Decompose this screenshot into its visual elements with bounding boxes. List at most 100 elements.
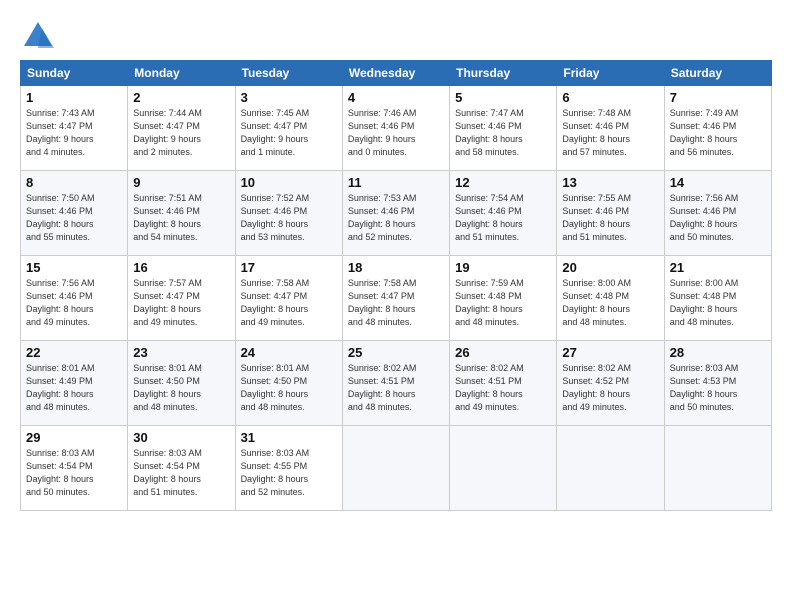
- day-info: Sunrise: 8:03 AM Sunset: 4:55 PM Dayligh…: [241, 447, 337, 499]
- weekday-header-monday: Monday: [128, 61, 235, 86]
- day-number: 2: [133, 90, 229, 105]
- day-number: 29: [26, 430, 122, 445]
- calendar-cell: 12 Sunrise: 7:54 AM Sunset: 4:46 PM Dayli…: [450, 171, 557, 256]
- logo: [20, 18, 60, 54]
- calendar-cell: 10 Sunrise: 7:52 AM Sunset: 4:46 PM Dayli…: [235, 171, 342, 256]
- calendar-cell: 30Sunrise: 8:03 AM Sunset: 4:54 PM Dayli…: [128, 426, 235, 511]
- day-number: 11: [348, 175, 444, 190]
- day-info: Sunrise: 8:01 AM Sunset: 4:50 PM Dayligh…: [133, 362, 229, 414]
- calendar-cell: 16 Sunrise: 7:57 AM Sunset: 4:47 PM Dayli…: [128, 256, 235, 341]
- day-info: Sunrise: 7:47 AM Sunset: 4:46 PM Dayligh…: [455, 107, 551, 159]
- day-number: 8: [26, 175, 122, 190]
- day-info: Sunrise: 8:02 AM Sunset: 4:52 PM Dayligh…: [562, 362, 658, 414]
- calendar-cell: 7Sunrise: 7:49 AM Sunset: 4:46 PM Daylig…: [664, 86, 771, 171]
- calendar-cell: 29Sunrise: 8:03 AM Sunset: 4:54 PM Dayli…: [21, 426, 128, 511]
- calendar-header-row: SundayMondayTuesdayWednesdayThursdayFrid…: [21, 61, 772, 86]
- day-info: Sunrise: 7:51 AM Sunset: 4:46 PM Dayligh…: [133, 192, 229, 244]
- calendar-cell: 18Sunrise: 7:58 AM Sunset: 4:47 PM Dayli…: [342, 256, 449, 341]
- day-number: 16: [133, 260, 229, 275]
- day-number: 3: [241, 90, 337, 105]
- day-number: 14: [670, 175, 766, 190]
- logo-icon: [20, 18, 56, 54]
- calendar-cell: 1 Sunrise: 7:43 AM Sunset: 4:47 PM Daylig…: [21, 86, 128, 171]
- day-info: Sunrise: 8:03 AM Sunset: 4:53 PM Dayligh…: [670, 362, 766, 414]
- day-number: 1: [26, 90, 122, 105]
- day-number: 19: [455, 260, 551, 275]
- day-info: Sunrise: 7:44 AM Sunset: 4:47 PM Dayligh…: [133, 107, 229, 159]
- day-info: Sunrise: 8:03 AM Sunset: 4:54 PM Dayligh…: [133, 447, 229, 499]
- day-number: 6: [562, 90, 658, 105]
- day-info: Sunrise: 8:01 AM Sunset: 4:50 PM Dayligh…: [241, 362, 337, 414]
- day-number: 13: [562, 175, 658, 190]
- day-info: Sunrise: 7:49 AM Sunset: 4:46 PM Dayligh…: [670, 107, 766, 159]
- calendar-cell: 4 Sunrise: 7:46 AM Sunset: 4:46 PM Daylig…: [342, 86, 449, 171]
- day-number: 28: [670, 345, 766, 360]
- calendar-cell: 21Sunrise: 8:00 AM Sunset: 4:48 PM Dayli…: [664, 256, 771, 341]
- day-number: 5: [455, 90, 551, 105]
- weekday-header-saturday: Saturday: [664, 61, 771, 86]
- calendar-cell: 15 Sunrise: 7:56 AM Sunset: 4:46 PM Dayli…: [21, 256, 128, 341]
- calendar-cell: [450, 426, 557, 511]
- calendar-cell: 20 Sunrise: 8:00 AM Sunset: 4:48 PM Dayli…: [557, 256, 664, 341]
- calendar-cell: 3 Sunrise: 7:45 AM Sunset: 4:47 PM Daylig…: [235, 86, 342, 171]
- calendar-week-3: 15 Sunrise: 7:56 AM Sunset: 4:46 PM Dayli…: [21, 256, 772, 341]
- day-number: 26: [455, 345, 551, 360]
- calendar-cell: 9 Sunrise: 7:51 AM Sunset: 4:46 PM Daylig…: [128, 171, 235, 256]
- calendar-cell: [342, 426, 449, 511]
- day-info: Sunrise: 8:00 AM Sunset: 4:48 PM Dayligh…: [562, 277, 658, 329]
- day-info: Sunrise: 7:59 AM Sunset: 4:48 PM Dayligh…: [455, 277, 551, 329]
- calendar-cell: 24 Sunrise: 8:01 AM Sunset: 4:50 PM Dayli…: [235, 341, 342, 426]
- calendar-table: SundayMondayTuesdayWednesdayThursdayFrid…: [20, 60, 772, 511]
- day-number: 25: [348, 345, 444, 360]
- day-info: Sunrise: 7:56 AM Sunset: 4:46 PM Dayligh…: [26, 277, 122, 329]
- calendar-body: 1 Sunrise: 7:43 AM Sunset: 4:47 PM Daylig…: [21, 86, 772, 511]
- day-number: 20: [562, 260, 658, 275]
- weekday-header-sunday: Sunday: [21, 61, 128, 86]
- calendar-week-2: 8 Sunrise: 7:50 AM Sunset: 4:46 PM Daylig…: [21, 171, 772, 256]
- header: [20, 18, 772, 54]
- day-info: Sunrise: 8:01 AM Sunset: 4:49 PM Dayligh…: [26, 362, 122, 414]
- day-info: Sunrise: 7:54 AM Sunset: 4:46 PM Dayligh…: [455, 192, 551, 244]
- day-number: 10: [241, 175, 337, 190]
- page: SundayMondayTuesdayWednesdayThursdayFrid…: [0, 0, 792, 612]
- day-number: 9: [133, 175, 229, 190]
- calendar-cell: 11Sunrise: 7:53 AM Sunset: 4:46 PM Dayli…: [342, 171, 449, 256]
- day-number: 12: [455, 175, 551, 190]
- calendar-cell: 5 Sunrise: 7:47 AM Sunset: 4:46 PM Daylig…: [450, 86, 557, 171]
- day-info: Sunrise: 7:58 AM Sunset: 4:47 PM Dayligh…: [241, 277, 337, 329]
- day-number: 24: [241, 345, 337, 360]
- day-number: 18: [348, 260, 444, 275]
- day-number: 23: [133, 345, 229, 360]
- calendar-cell: 28 Sunrise: 8:03 AM Sunset: 4:53 PM Dayli…: [664, 341, 771, 426]
- day-info: Sunrise: 7:56 AM Sunset: 4:46 PM Dayligh…: [670, 192, 766, 244]
- day-info: Sunrise: 8:02 AM Sunset: 4:51 PM Dayligh…: [455, 362, 551, 414]
- calendar-cell: 14 Sunrise: 7:56 AM Sunset: 4:46 PM Dayli…: [664, 171, 771, 256]
- calendar-cell: 22 Sunrise: 8:01 AM Sunset: 4:49 PM Dayli…: [21, 341, 128, 426]
- day-info: Sunrise: 7:57 AM Sunset: 4:47 PM Dayligh…: [133, 277, 229, 329]
- day-number: 4: [348, 90, 444, 105]
- calendar-cell: 17 Sunrise: 7:58 AM Sunset: 4:47 PM Dayli…: [235, 256, 342, 341]
- weekday-header-friday: Friday: [557, 61, 664, 86]
- day-number: 27: [562, 345, 658, 360]
- day-info: Sunrise: 7:50 AM Sunset: 4:46 PM Dayligh…: [26, 192, 122, 244]
- day-info: Sunrise: 7:46 AM Sunset: 4:46 PM Dayligh…: [348, 107, 444, 159]
- day-info: Sunrise: 7:45 AM Sunset: 4:47 PM Dayligh…: [241, 107, 337, 159]
- calendar-week-5: 29 Sunrise: 8:03 AM Sunset: 4:54 PM Dayli…: [21, 426, 772, 511]
- calendar-cell: [664, 426, 771, 511]
- day-info: Sunrise: 7:55 AM Sunset: 4:46 PM Dayligh…: [562, 192, 658, 244]
- calendar-cell: 2 Sunrise: 7:44 AM Sunset: 4:47 PM Daylig…: [128, 86, 235, 171]
- calendar-week-1: 1 Sunrise: 7:43 AM Sunset: 4:47 PM Daylig…: [21, 86, 772, 171]
- weekday-header-wednesday: Wednesday: [342, 61, 449, 86]
- calendar-cell: 31Sunrise: 8:03 AM Sunset: 4:55 PM Dayli…: [235, 426, 342, 511]
- day-number: 17: [241, 260, 337, 275]
- day-number: 22: [26, 345, 122, 360]
- calendar-cell: 26 Sunrise: 8:02 AM Sunset: 4:51 PM Dayli…: [450, 341, 557, 426]
- day-number: 21: [670, 260, 766, 275]
- day-number: 15: [26, 260, 122, 275]
- day-info: Sunrise: 7:43 AM Sunset: 4:47 PM Dayligh…: [26, 107, 122, 159]
- calendar-cell: 23 Sunrise: 8:01 AM Sunset: 4:50 PM Dayli…: [128, 341, 235, 426]
- calendar-cell: 8 Sunrise: 7:50 AM Sunset: 4:46 PM Daylig…: [21, 171, 128, 256]
- calendar-cell: 19 Sunrise: 7:59 AM Sunset: 4:48 PM Dayli…: [450, 256, 557, 341]
- calendar-cell: 25Sunrise: 8:02 AM Sunset: 4:51 PM Dayli…: [342, 341, 449, 426]
- day-info: Sunrise: 7:52 AM Sunset: 4:46 PM Dayligh…: [241, 192, 337, 244]
